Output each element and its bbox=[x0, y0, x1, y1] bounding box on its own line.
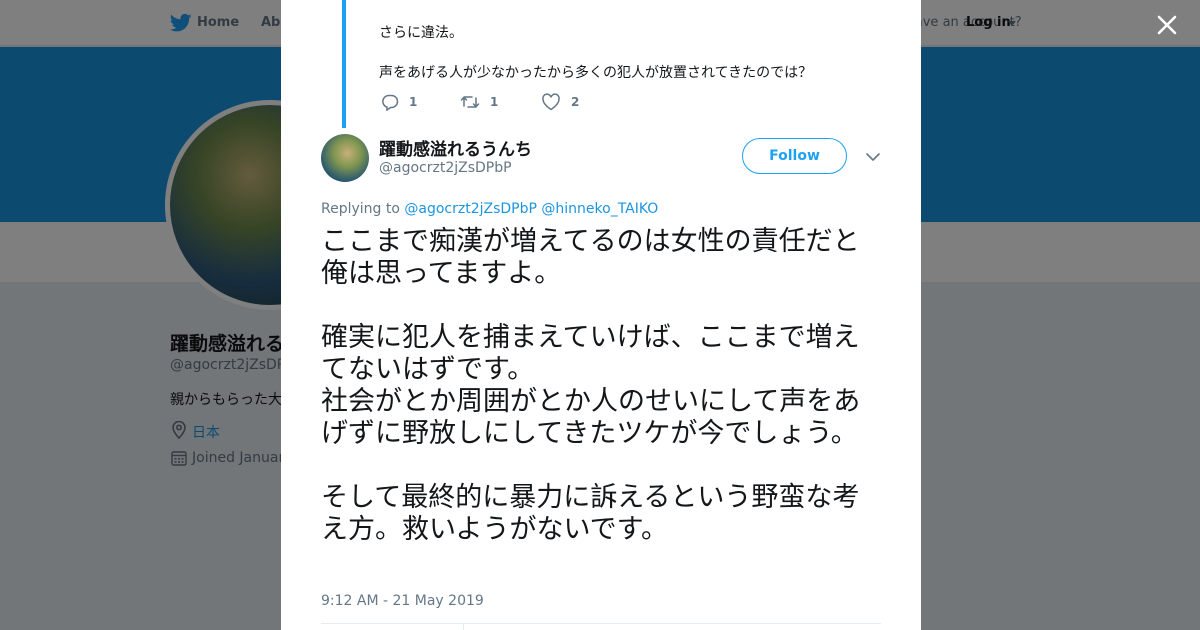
tweet-author-avatar[interactable] bbox=[321, 134, 369, 182]
divider bbox=[321, 623, 881, 624]
retweet-button[interactable]: 1 bbox=[460, 92, 498, 112]
retweet-count: 1 bbox=[490, 95, 499, 109]
heart-icon bbox=[542, 93, 560, 111]
like-count: 2 bbox=[571, 95, 580, 109]
tweet-timestamp[interactable]: 9:12 AM - 21 May 2019 bbox=[321, 593, 484, 609]
previous-tweet-text-line1: さらに違法。 bbox=[379, 25, 463, 41]
retweet-icon bbox=[460, 96, 480, 108]
like-button[interactable]: 2 bbox=[541, 92, 579, 112]
reply-mention-link[interactable]: @agocrzt2jZsDPbP bbox=[404, 201, 537, 217]
reply-button[interactable]: 1 bbox=[381, 92, 417, 112]
follow-button[interactable]: Follow bbox=[742, 138, 847, 174]
stats-divider bbox=[463, 623, 464, 630]
replying-to-label: Replying to bbox=[321, 201, 400, 217]
tweet-author-name[interactable]: 躍動感溢れるうんち bbox=[379, 135, 532, 160]
previous-tweet-text-line2: 声をあげる人が少なかったから多くの犯人が放置されてきたのでは？ bbox=[379, 65, 813, 81]
close-icon[interactable] bbox=[1154, 12, 1180, 38]
tweet-modal: さらに違法。 声をあげる人が少なかったから多くの犯人が放置されてきたのでは？ 1… bbox=[281, 0, 921, 630]
reply-mention-link[interactable]: @hinneko_TAIKO bbox=[541, 201, 658, 217]
tweet-text: ここまで痴漢が増えてるのは女性の責任だと俺は思ってますよ。 確実に犯人を捕まえて… bbox=[321, 226, 861, 545]
replying-to-line: Replying to @agocrzt2jZsDPbP @hinneko_TA… bbox=[321, 201, 658, 217]
reply-count: 1 bbox=[409, 95, 418, 109]
thread-connector-line bbox=[342, 0, 346, 128]
chevron-down-icon[interactable] bbox=[865, 150, 881, 164]
tweet-author-handle[interactable]: @agocrzt2jZsDPbP bbox=[379, 160, 512, 176]
reply-icon bbox=[382, 94, 399, 111]
